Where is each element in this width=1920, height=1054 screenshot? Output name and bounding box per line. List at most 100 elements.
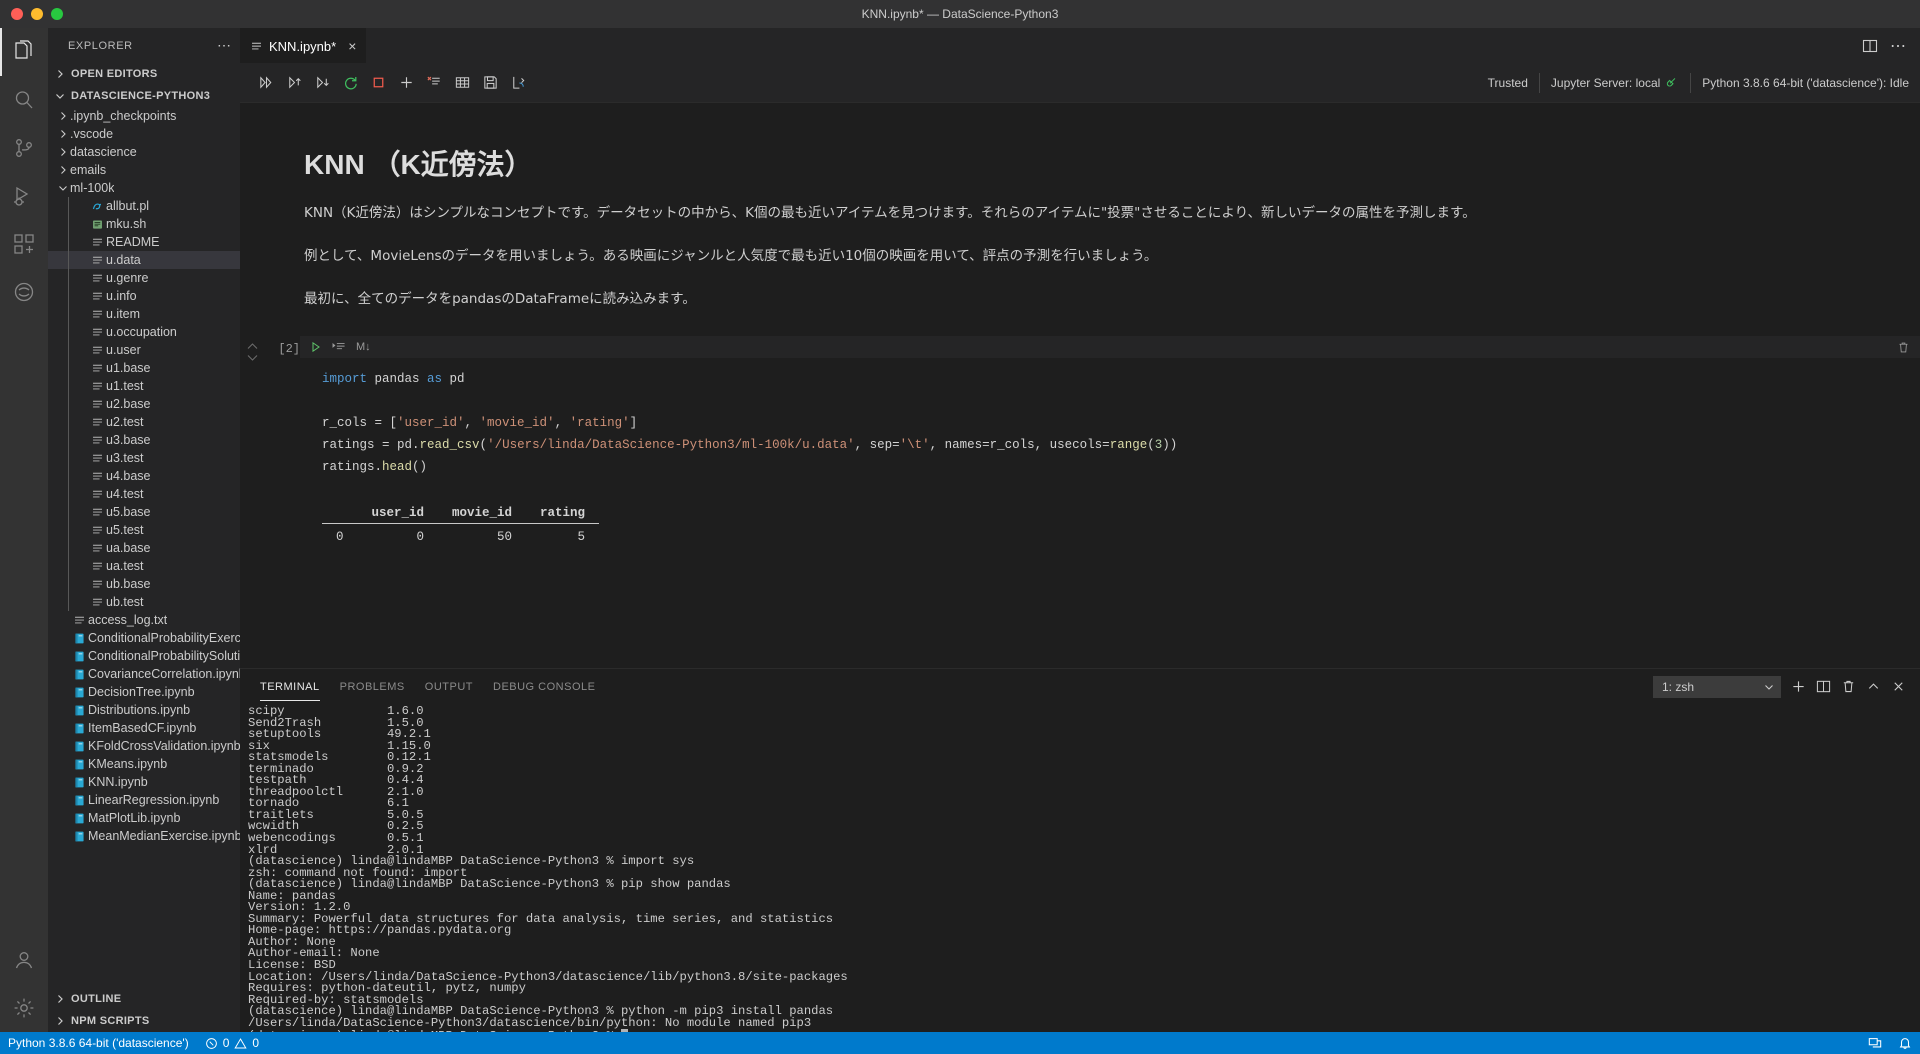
activity-source-control[interactable] — [0, 124, 48, 172]
status-live-share[interactable] — [1860, 1036, 1890, 1050]
close-icon[interactable]: × — [348, 38, 356, 54]
tree-item-u-genre[interactable]: u.genre — [48, 269, 240, 287]
clear-outputs-button[interactable] — [420, 69, 448, 97]
jupyter-server-selector[interactable]: Jupyter Server: local — [1540, 63, 1690, 102]
tree-item-datascience[interactable]: datascience — [48, 143, 240, 161]
tree-item-conditionalprobabilityexercise-ip-[interactable]: ConditionalProbabilityExercise.ip... — [48, 629, 240, 647]
cell-language-label[interactable]: M↓ — [356, 341, 371, 353]
tree-item-distributions-ipynb[interactable]: Distributions.ipynb — [48, 701, 240, 719]
section-npm-scripts[interactable]: NPM SCRIPTS — [48, 1010, 240, 1032]
activity-search[interactable] — [0, 76, 48, 124]
activity-run-and-debug[interactable] — [0, 172, 48, 220]
tree-item-u2-test[interactable]: u2.test — [48, 413, 240, 431]
restart-kernel-button[interactable] — [336, 69, 364, 97]
file-tree[interactable]: .ipynb_checkpoints.vscodedatascienceemai… — [48, 107, 240, 988]
terminal-selector[interactable]: 1: zsh — [1653, 676, 1781, 698]
tree-item-u5-base[interactable]: u5.base — [48, 503, 240, 521]
tree-item--vscode[interactable]: .vscode — [48, 125, 240, 143]
tree-item-decisiontree-ipynb[interactable]: DecisionTree.ipynb — [48, 683, 240, 701]
kill-terminal-button[interactable] — [1841, 679, 1856, 694]
tree-item-emails[interactable]: emails — [48, 161, 240, 179]
split-editor-icon[interactable] — [1862, 38, 1878, 54]
tree-item-u-info[interactable]: u.info — [48, 287, 240, 305]
trash-icon[interactable] — [1897, 341, 1910, 354]
run-cell-icon[interactable] — [310, 341, 322, 353]
tree-item-u4-base[interactable]: u4.base — [48, 467, 240, 485]
tree-item-u2-base[interactable]: u2.base — [48, 395, 240, 413]
section-open-editors[interactable]: OPEN EDITORS — [48, 63, 240, 85]
notebook-scroll[interactable]: KNN （K近傍法） KNN（K近傍法）はシンプルなコンセプトです。データセット… — [240, 103, 1920, 668]
tab-debug-console[interactable]: DEBUG CONSOLE — [493, 673, 595, 701]
tree-item-access-log-txt[interactable]: access_log.txt — [48, 611, 240, 629]
tree-item-allbut-pl[interactable]: allbut.pl — [48, 197, 240, 215]
tree-item-u4-test[interactable]: u4.test — [48, 485, 240, 503]
new-terminal-button[interactable] — [1791, 679, 1806, 694]
maximize-window-button[interactable] — [51, 8, 63, 20]
cell-code-editor[interactable]: import pandas as pd r_cols = ['user_id',… — [300, 358, 1920, 488]
tree-item-u3-test[interactable]: u3.test — [48, 449, 240, 467]
tree-item-mku-sh[interactable]: mku.sh — [48, 215, 240, 233]
run-below-button[interactable] — [308, 69, 336, 97]
tab-terminal[interactable]: TERMINAL — [260, 673, 320, 701]
tree-item-kfoldcrossvalidation-ipynb[interactable]: KFoldCrossValidation.ipynb — [48, 737, 240, 755]
tree-item-u-item[interactable]: u.item — [48, 305, 240, 323]
run-all-button[interactable] — [252, 69, 280, 97]
status-notifications[interactable] — [1890, 1036, 1920, 1050]
more-actions-icon[interactable]: ⋯ — [1890, 36, 1906, 56]
interrupt-kernel-button[interactable] — [364, 69, 392, 97]
tree-item-u1-test[interactable]: u1.test — [48, 377, 240, 395]
cell-move-controls[interactable] — [240, 336, 264, 544]
tree-item-matplotlib-ipynb[interactable]: MatPlotLib.ipynb — [48, 809, 240, 827]
code-cell[interactable]: [2] M↓ — [240, 336, 1920, 544]
tree-item-knn-ipynb[interactable]: KNN.ipynb — [48, 773, 240, 791]
tree-item-u-occupation[interactable]: u.occupation — [48, 323, 240, 341]
tree-item-ua-base[interactable]: ua.base — [48, 539, 240, 557]
tab-output[interactable]: OUTPUT — [425, 673, 473, 701]
close-panel-button[interactable] — [1891, 679, 1906, 694]
status-problems[interactable]: 0 0 — [197, 1032, 267, 1054]
close-window-button[interactable] — [11, 8, 23, 20]
variables-button[interactable] — [448, 69, 476, 97]
section-workspace[interactable]: DATASCIENCE-PYTHON3 — [48, 85, 240, 107]
tree-item-u3-base[interactable]: u3.base — [48, 431, 240, 449]
markdown-cell[interactable]: KNN（K近傍法）はシンプルなコンセプトです。データセットの中から、K個の最も近… — [240, 183, 1920, 312]
trusted-status[interactable]: Trusted — [1477, 63, 1539, 102]
add-cell-button[interactable] — [392, 69, 420, 97]
tree-item-kmeans-ipynb[interactable]: KMeans.ipynb — [48, 755, 240, 773]
minimize-window-button[interactable] — [31, 8, 43, 20]
activity-extensions[interactable] — [0, 220, 48, 268]
tree-item-ua-test[interactable]: ua.test — [48, 557, 240, 575]
terminal-output[interactable]: scipy 1.6.0Send2Trash 1.5.0setuptools 49… — [240, 704, 1920, 1032]
kernel-selector[interactable]: Python 3.8.6 64-bit ('datascience'): Idl… — [1691, 63, 1920, 102]
run-above-button[interactable] — [280, 69, 308, 97]
save-button[interactable] — [476, 69, 504, 97]
activity-explorer[interactable] — [0, 28, 48, 76]
window-controls[interactable] — [0, 8, 63, 20]
sidebar-more-actions[interactable]: ⋯ — [217, 37, 232, 54]
tree-item-linearregression-ipynb[interactable]: LinearRegression.ipynb — [48, 791, 240, 809]
tree-item-u1-base[interactable]: u1.base — [48, 359, 240, 377]
activity-jupyter[interactable] — [0, 268, 48, 316]
tree-item-covariancecorrelation-ipynb[interactable]: CovarianceCorrelation.ipynb — [48, 665, 240, 683]
tree-item-readme[interactable]: README — [48, 233, 240, 251]
tree-item-meanmedianexercise-ipynb[interactable]: MeanMedianExercise.ipynb — [48, 827, 240, 845]
tab-problems[interactable]: PROBLEMS — [340, 673, 405, 701]
activity-manage[interactable] — [0, 984, 48, 1032]
tree-item-u-data[interactable]: u.data — [48, 251, 240, 269]
tree-item-ml-100k[interactable]: ml-100k — [48, 179, 240, 197]
split-terminal-button[interactable] — [1816, 679, 1831, 694]
tree-item-ub-base[interactable]: ub.base — [48, 575, 240, 593]
section-outline[interactable]: OUTLINE — [48, 988, 240, 1010]
maximize-panel-button[interactable] — [1866, 679, 1881, 694]
tree-item-u5-test[interactable]: u5.test — [48, 521, 240, 539]
tree-item-u-user[interactable]: u.user — [48, 341, 240, 359]
run-by-line-icon[interactable] — [332, 341, 346, 353]
export-button[interactable] — [504, 69, 532, 97]
tab-knn-notebook[interactable]: KNN.ipynb* × — [240, 28, 366, 63]
activity-accounts[interactable] — [0, 936, 48, 984]
tree-item-ub-test[interactable]: ub.test — [48, 593, 240, 611]
tree-item--ipynb-checkpoints[interactable]: .ipynb_checkpoints — [48, 107, 240, 125]
status-python-interpreter[interactable]: Python 3.8.6 64-bit ('datascience') — [0, 1032, 197, 1054]
move-cell-up-icon[interactable] — [247, 342, 258, 351]
move-cell-down-icon[interactable] — [247, 353, 258, 362]
